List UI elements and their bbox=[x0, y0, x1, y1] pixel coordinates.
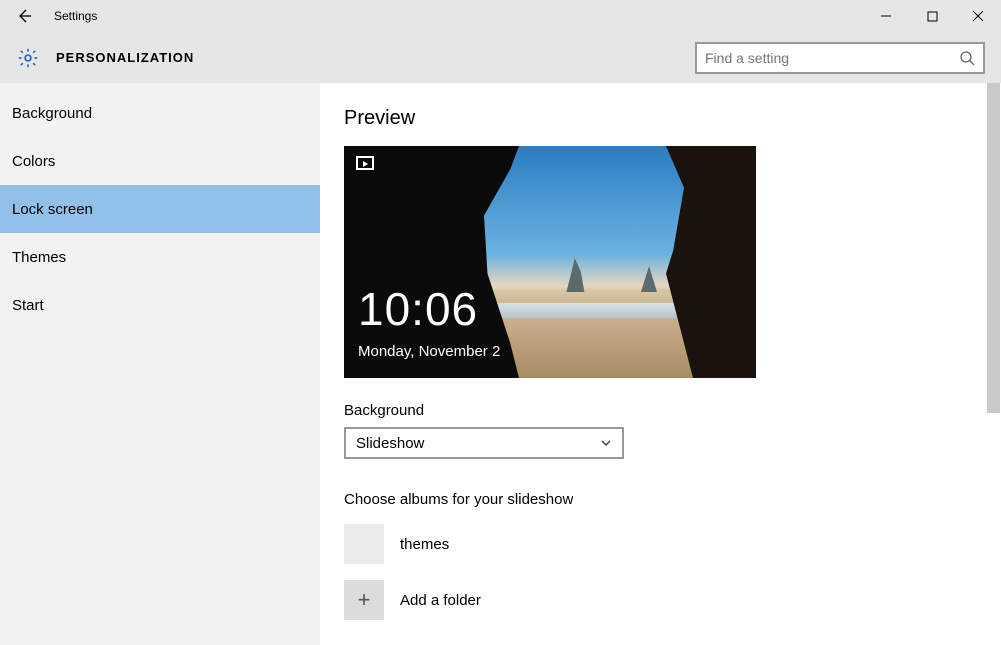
lockscreen-time: 10:06 bbox=[358, 282, 478, 336]
background-label: Background bbox=[344, 402, 1001, 419]
sidebar-item-label: Lock screen bbox=[12, 201, 93, 218]
plus-icon: + bbox=[344, 580, 384, 620]
window-title: Settings bbox=[54, 9, 97, 23]
scrollbar-thumb[interactable] bbox=[987, 83, 1000, 413]
search-box[interactable] bbox=[695, 42, 985, 74]
sidebar: Background Colors Lock screen Themes Sta… bbox=[0, 83, 320, 645]
minimize-icon bbox=[880, 10, 892, 22]
settings-gear-icon bbox=[16, 46, 40, 70]
body: Background Colors Lock screen Themes Sta… bbox=[0, 83, 1001, 645]
back-button[interactable] bbox=[0, 0, 48, 32]
sidebar-item-label: Colors bbox=[12, 153, 55, 170]
minimize-button[interactable] bbox=[863, 0, 909, 32]
preview-sand bbox=[484, 318, 706, 378]
sidebar-item-themes[interactable]: Themes bbox=[0, 233, 320, 281]
lockscreen-date: Monday, November 2 bbox=[358, 343, 500, 360]
maximize-icon bbox=[927, 11, 938, 22]
add-folder-button[interactable]: + Add a folder bbox=[344, 580, 1001, 620]
search-input[interactable] bbox=[705, 50, 959, 66]
album-item[interactable]: themes bbox=[344, 524, 1001, 564]
chevron-down-icon bbox=[600, 437, 612, 449]
background-dropdown[interactable]: Slideshow bbox=[344, 427, 624, 459]
sidebar-item-label: Start bbox=[12, 297, 44, 314]
background-dropdown-value: Slideshow bbox=[356, 435, 424, 452]
preview-heading: Preview bbox=[344, 107, 1001, 130]
titlebar: Settings bbox=[0, 0, 1001, 32]
slideshow-icon bbox=[356, 156, 374, 170]
albums-section: Choose albums for your slideshow themes … bbox=[344, 491, 1001, 620]
arrow-left-icon bbox=[16, 8, 32, 24]
maximize-button[interactable] bbox=[909, 0, 955, 32]
close-button[interactable] bbox=[955, 0, 1001, 32]
header-band: PERSONALIZATION bbox=[0, 32, 1001, 83]
sidebar-item-label: Background bbox=[12, 105, 92, 122]
sidebar-item-lock-screen[interactable]: Lock screen bbox=[0, 185, 320, 233]
section-title: PERSONALIZATION bbox=[56, 50, 194, 65]
add-folder-label: Add a folder bbox=[400, 592, 481, 609]
lockscreen-preview: 10:06 Monday, November 2 bbox=[344, 146, 756, 378]
content-pane: Preview 10:06 Monday, November 2 Backgro… bbox=[320, 83, 1001, 645]
album-thumbnail bbox=[344, 524, 384, 564]
vertical-scrollbar[interactable] bbox=[987, 83, 1001, 645]
albums-heading: Choose albums for your slideshow bbox=[344, 491, 1001, 508]
sidebar-item-colors[interactable]: Colors bbox=[0, 137, 320, 185]
sidebar-item-start[interactable]: Start bbox=[0, 281, 320, 329]
album-label: themes bbox=[400, 536, 449, 553]
sidebar-item-label: Themes bbox=[12, 249, 66, 266]
close-icon bbox=[972, 10, 984, 22]
sidebar-item-background[interactable]: Background bbox=[0, 89, 320, 137]
search-icon bbox=[959, 50, 975, 66]
